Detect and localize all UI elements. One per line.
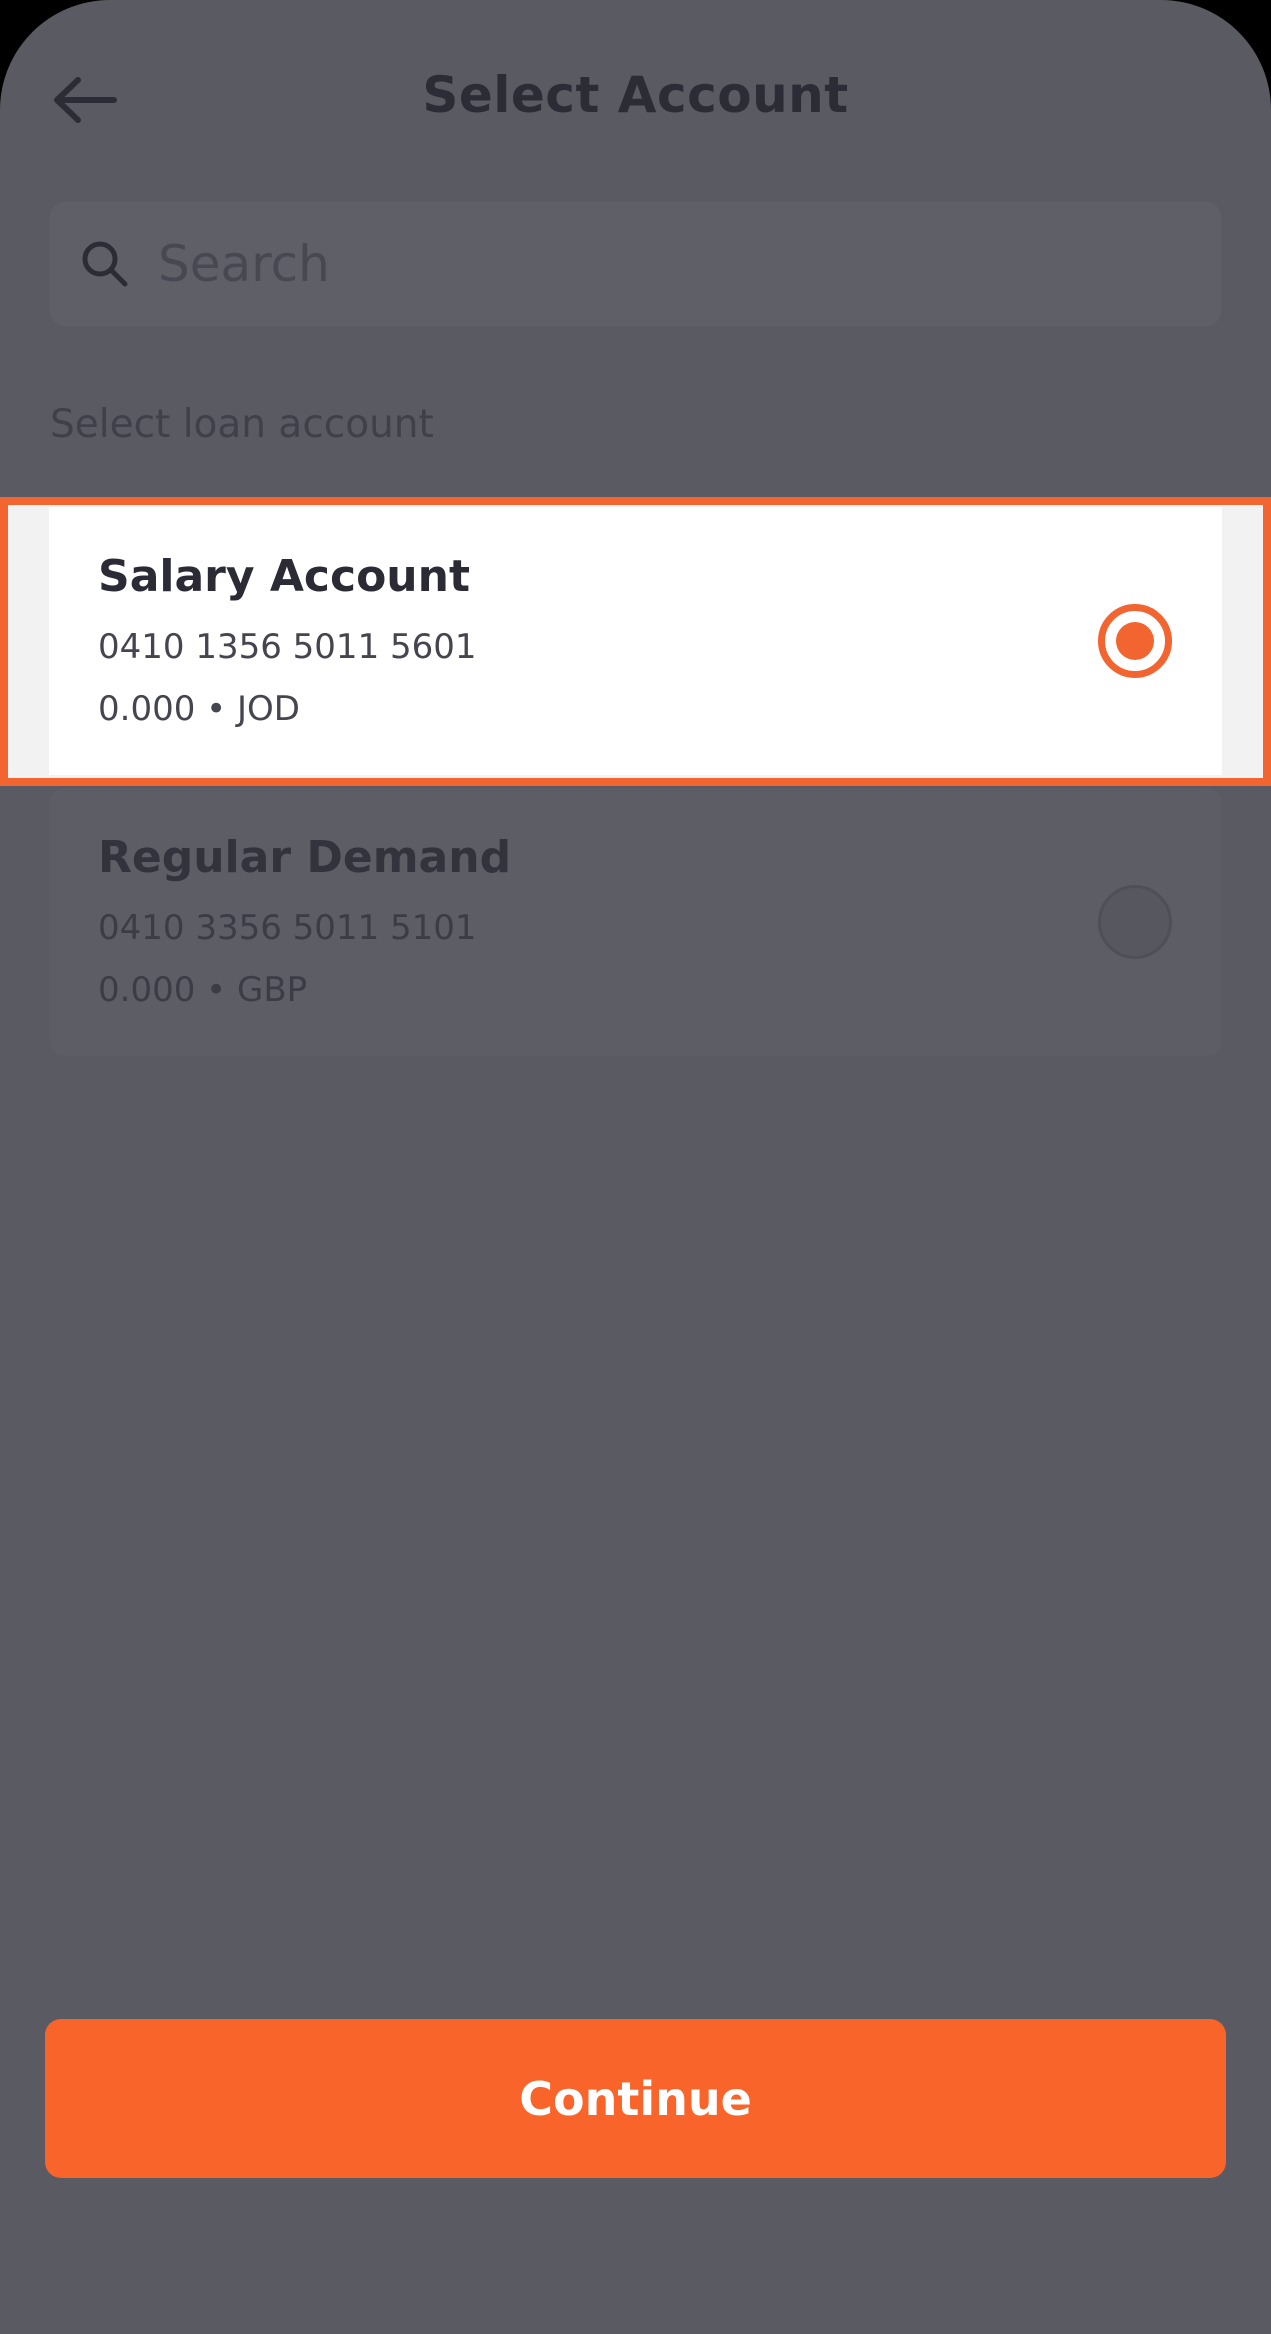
- account-radio-unselected[interactable]: [1098, 885, 1172, 959]
- select-account-screen: Select Account Select loan account Salar…: [0, 0, 1271, 2334]
- section-label: Select loan account: [50, 402, 434, 447]
- account-balance: 0.000 • JOD: [98, 689, 300, 729]
- header: Select Account: [0, 0, 1271, 200]
- search-box[interactable]: [50, 201, 1221, 327]
- search-input[interactable]: [156, 201, 1221, 327]
- account-number: 0410 3356 5011 5101: [98, 908, 477, 948]
- continue-button[interactable]: Continue: [45, 2019, 1226, 2178]
- account-name: Regular Demand: [98, 832, 512, 883]
- search-icon: [78, 237, 132, 291]
- page-title: Select Account: [422, 66, 849, 124]
- account-number: 0410 1356 5011 5601: [98, 627, 477, 667]
- account-card-regular-demand[interactable]: Regular Demand 0410 3356 5011 5101 0.000…: [49, 788, 1222, 1056]
- radio-dot: [1116, 622, 1154, 660]
- account-radio-selected[interactable]: [1098, 604, 1172, 678]
- account-balance: 0.000 • GBP: [98, 970, 308, 1010]
- account-name: Salary Account: [98, 551, 470, 602]
- account-card-salary[interactable]: Salary Account 0410 1356 5011 5601 0.000…: [49, 507, 1222, 775]
